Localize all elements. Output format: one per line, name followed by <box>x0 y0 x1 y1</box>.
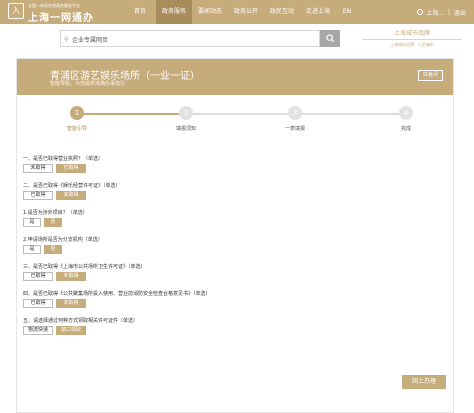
search-scope-label: 企业专属网页 <box>72 37 109 44</box>
option-button[interactable]: 已取得 <box>23 272 53 281</box>
step-connector <box>77 113 186 115</box>
question-item: 1.是否为涉外项目？（单选） 是否 <box>23 209 88 227</box>
question-item: 三、是否已取得《上海市公共场所卫生许可证》（单选） 已取得 未取得 <box>23 263 146 281</box>
question-item: 四、是否已取得《公共聚集场所投入使用、营业前消防安全检查合格意见书》（单选） 已取… <box>23 290 211 308</box>
nav-item-0[interactable]: 首页 <box>124 0 156 24</box>
page-subtitle: 智能导服，为您提供准确办事指引 <box>50 81 126 87</box>
nav-item-6[interactable]: EN <box>336 0 358 24</box>
question-title: 二、是否已取得《娱乐经营许可证》（单选） <box>23 183 121 189</box>
user-icon <box>417 9 424 15</box>
service-card: 青浦区游艺娱乐场所（一业一证） 智能导服，为您提供准确办事指引 好差评 1 智能引… <box>16 58 454 413</box>
step-number: 4 <box>399 106 413 120</box>
nav-item-5[interactable]: 走进上海 <box>300 0 336 24</box>
progress-steps: 1 智能引导 2 填报须知 3 一表填报 4 完成 <box>17 105 453 135</box>
nav-item-1[interactable]: 政务服务 <box>156 0 192 24</box>
user-area: 上海... | 退出 <box>417 0 466 24</box>
option-button[interactable]: 已取得 <box>56 164 86 173</box>
nav-item-3[interactable]: 政务公开 <box>228 0 264 24</box>
online-apply-button[interactable]: 网上办理 <box>402 375 446 389</box>
step-number: 2 <box>179 106 193 120</box>
question-item: 2.申请场所是否为分支机构（单选） 是否 <box>23 236 103 254</box>
option-button[interactable]: 是 <box>23 245 41 254</box>
divider: | <box>447 8 450 16</box>
city-brand-title: 上海城市品牌 <box>362 28 462 40</box>
option-group: 是否 <box>23 218 88 227</box>
question-item: 一、是否已取得营业执照？（单选） 未取得 已取得 <box>23 155 103 173</box>
brand-name[interactable]: 上海一网通办 <box>28 9 94 24</box>
search-row: ⚲ 企业专属网页 上海城市品牌 上海城市品牌 · 人民城市 <box>0 24 474 54</box>
city-brand-subtitle: 上海城市品牌 · 人民城市 <box>390 42 434 47</box>
site-logo-icon[interactable]: 入 <box>8 3 24 19</box>
step-connector <box>186 113 295 115</box>
option-button[interactable]: 是 <box>23 218 41 227</box>
question-title: 1.是否为涉外项目？（单选） <box>23 210 88 216</box>
location-pin-icon: ⚲ <box>64 35 69 43</box>
option-group: 物流快递 窗口领取 <box>23 326 138 335</box>
question-title: 四、是否已取得《公共聚集场所投入使用、营业前消防安全检查合格意见书》（单选） <box>23 291 211 297</box>
step-label: 智能引导 <box>66 126 88 132</box>
search-button[interactable] <box>320 30 340 47</box>
question-title: 五、请选择通过何种方式领取相关许可证件（单选） <box>23 318 139 324</box>
option-button[interactable]: 未取得 <box>56 299 86 308</box>
option-button[interactable]: 否 <box>44 245 62 254</box>
question-title: 一、是否已取得营业执照？（单选） <box>23 156 104 162</box>
option-button[interactable]: 窗口领取 <box>56 326 87 335</box>
top-header: 入 全国一体化在线政务服务平台 上海一网通办 首页 政务服务 要闻动态 政务公开 政民互… <box>0 0 474 24</box>
search-icon <box>325 34 335 43</box>
step-label: 一表填报 <box>284 126 306 132</box>
search-input[interactable]: ⚲ 企业专属网页 <box>60 30 320 47</box>
search-scope[interactable]: ⚲ 企业专属网页 <box>64 35 108 44</box>
option-button[interactable]: 未取得 <box>56 272 86 281</box>
step-connector <box>295 113 406 115</box>
option-group: 已取得 未取得 <box>23 191 121 200</box>
question-item: 二、是否已取得《娱乐经营许可证》（单选） 已取得 未取得 <box>23 182 121 200</box>
option-group: 未取得 已取得 <box>23 164 103 173</box>
option-button[interactable]: 未取得 <box>23 164 53 173</box>
rating-button[interactable]: 好差评 <box>417 70 443 81</box>
question-title: 三、是否已取得《上海市公共场所卫生许可证》（单选） <box>23 264 146 270</box>
step-number: 1 <box>70 106 84 120</box>
option-button[interactable]: 否 <box>44 218 62 227</box>
nav-item-2[interactable]: 要闻动态 <box>192 0 228 24</box>
option-button[interactable]: 已取得 <box>23 191 53 200</box>
question-title: 2.申请场所是否为分支机构（单选） <box>23 237 103 243</box>
option-button[interactable]: 未取得 <box>56 191 86 200</box>
step-label: 填报须知 <box>175 126 197 132</box>
city-brand-badge[interactable]: 上海城市品牌 上海城市品牌 · 人民城市 <box>362 28 462 50</box>
logout-link[interactable]: 退出 <box>454 8 466 17</box>
step-number: 3 <box>288 106 302 120</box>
option-group: 已取得 未取得 <box>23 272 146 281</box>
option-group: 是否 <box>23 245 103 254</box>
option-button[interactable]: 物流快递 <box>23 326 54 335</box>
option-button[interactable]: 已取得 <box>23 299 53 308</box>
card-header: 青浦区游艺娱乐场所（一业一证） 智能导服，为您提供准确办事指引 好差评 <box>17 59 453 95</box>
user-name[interactable]: 上海... <box>426 8 444 17</box>
question-item: 五、请选择通过何种方式领取相关许可证件（单选） 物流快递 窗口领取 <box>23 317 138 335</box>
main-nav: 首页 政务服务 要闻动态 政务公开 政民互动 走进上海 EN <box>124 0 358 24</box>
step-label: 完成 <box>400 126 412 132</box>
option-group: 已取得 未取得 <box>23 299 211 308</box>
nav-item-4[interactable]: 政民互动 <box>264 0 300 24</box>
